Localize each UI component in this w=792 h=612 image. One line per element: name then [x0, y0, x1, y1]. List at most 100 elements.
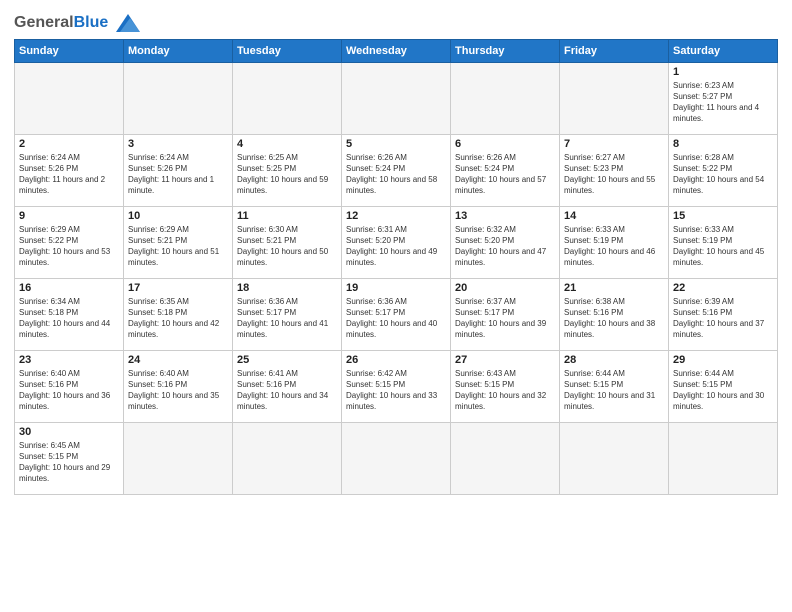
day-number: 29 — [673, 354, 773, 366]
day-number: 22 — [673, 282, 773, 294]
calendar-cell: 15 Sunrise: 6:33 AMSunset: 5:19 PMDayligh… — [669, 206, 778, 278]
page: GeneralBlue SundayMondayTuesdayWednesday… — [0, 0, 792, 612]
day-info: Sunrise: 6:25 AMSunset: 5:25 PMDaylight:… — [237, 152, 337, 197]
calendar-cell: 11Sunrise: 6:30 AMSunset: 5:21 PMDayligh… — [233, 206, 342, 278]
day-number: 14 — [564, 210, 664, 222]
day-number: 24 — [128, 354, 228, 366]
logo-text: GeneralBlue — [14, 14, 140, 33]
day-number: 8 — [673, 138, 773, 150]
day-number: 5 — [346, 138, 446, 150]
calendar-cell — [15, 62, 124, 134]
calendar-cell: 1Sunrise: 6:23 AMSunset: 5:27 PMDaylight… — [669, 62, 778, 134]
day-number: 1 — [673, 66, 773, 78]
day-info: Sunrise: 6:36 AMSunset: 5:17 PMDaylight:… — [237, 296, 337, 341]
week-row-3: 16Sunrise: 6:34 AMSunset: 5:18 PMDayligh… — [15, 278, 778, 350]
day-number: 16 — [19, 282, 119, 294]
calendar-cell: 20 Sunrise: 6:37 AMSunset: 5:17 PMDayligh… — [451, 278, 560, 350]
calendar-cell: 14Sunrise: 6:33 AMSunset: 5:19 PMDayligh… — [560, 206, 669, 278]
weekday-header-monday: Monday — [124, 39, 233, 62]
day-info: Sunrise: 6:38 AMSunset: 5:16 PMDaylight:… — [564, 296, 664, 341]
calendar-cell: 25Sunrise: 6:41 AMSunset: 5:16 PMDayligh… — [233, 350, 342, 422]
day-number: 2 — [19, 138, 119, 150]
calendar-cell: 26Sunrise: 6:42 AMSunset: 5:15 PMDayligh… — [342, 350, 451, 422]
day-info: Sunrise: 6:26 AMSunset: 5:24 PMDaylight:… — [455, 152, 555, 197]
day-info: Sunrise: 6:31 AMSunset: 5:20 PMDaylight:… — [346, 224, 446, 269]
day-info: Sunrise: 6:35 AMSunset: 5:18 PMDaylight:… — [128, 296, 228, 341]
day-number: 12 — [346, 210, 446, 222]
calendar-cell — [342, 62, 451, 134]
day-number: 13 — [455, 210, 555, 222]
calendar-cell: 9Sunrise: 6:29 AMSunset: 5:22 PMDaylight… — [15, 206, 124, 278]
day-number: 19 — [346, 282, 446, 294]
calendar-cell — [451, 422, 560, 494]
day-info: Sunrise: 6:33 AMSunset: 5:19 PMDaylight:… — [673, 224, 773, 269]
day-info: Sunrise: 6:43 AMSunset: 5:15 PMDaylight:… — [455, 368, 555, 413]
calendar-cell: 6 Sunrise: 6:26 AMSunset: 5:24 PMDaylight… — [451, 134, 560, 206]
weekday-header-thursday: Thursday — [451, 39, 560, 62]
week-row-2: 9Sunrise: 6:29 AMSunset: 5:22 PMDaylight… — [15, 206, 778, 278]
calendar-cell: 13 Sunrise: 6:32 AMSunset: 5:20 PMDayligh… — [451, 206, 560, 278]
day-number: 20 — [455, 282, 555, 294]
calendar-cell: 8 Sunrise: 6:28 AMSunset: 5:22 PMDaylight… — [669, 134, 778, 206]
calendar-cell: 17 Sunrise: 6:35 AMSunset: 5:18 PMDayligh… — [124, 278, 233, 350]
logo: GeneralBlue — [14, 14, 140, 33]
day-info: Sunrise: 6:36 AMSunset: 5:17 PMDaylight:… — [346, 296, 446, 341]
calendar-cell: 10 Sunrise: 6:29 AMSunset: 5:21 PMDayligh… — [124, 206, 233, 278]
calendar-cell: 7Sunrise: 6:27 AMSunset: 5:23 PMDaylight… — [560, 134, 669, 206]
day-number: 10 — [128, 210, 228, 222]
calendar-cell: 3Sunrise: 6:24 AMSunset: 5:26 PMDaylight… — [124, 134, 233, 206]
day-number: 17 — [128, 282, 228, 294]
calendar-cell: 22 Sunrise: 6:39 AMSunset: 5:16 PMDayligh… — [669, 278, 778, 350]
calendar-cell: 24 Sunrise: 6:40 AMSunset: 5:16 PMDayligh… — [124, 350, 233, 422]
header: GeneralBlue — [14, 10, 778, 33]
calendar-cell: 28Sunrise: 6:44 AMSunset: 5:15 PMDayligh… — [560, 350, 669, 422]
weekday-header-friday: Friday — [560, 39, 669, 62]
day-number: 11 — [237, 210, 337, 222]
calendar-cell — [560, 62, 669, 134]
week-row-0: 1Sunrise: 6:23 AMSunset: 5:27 PMDaylight… — [15, 62, 778, 134]
calendar-cell: 2 Sunrise: 6:24 AMSunset: 5:26 PMDaylight… — [15, 134, 124, 206]
calendar-cell: 23Sunrise: 6:40 AMSunset: 5:16 PMDayligh… — [15, 350, 124, 422]
day-number: 18 — [237, 282, 337, 294]
weekday-header-sunday: Sunday — [15, 39, 124, 62]
day-info: Sunrise: 6:26 AMSunset: 5:24 PMDaylight:… — [346, 152, 446, 197]
day-info: Sunrise: 6:40 AMSunset: 5:16 PMDaylight:… — [19, 368, 119, 413]
logo-blue-text: Blue — [74, 14, 109, 31]
calendar-cell — [451, 62, 560, 134]
day-info: Sunrise: 6:32 AMSunset: 5:20 PMDaylight:… — [455, 224, 555, 269]
day-number: 21 — [564, 282, 664, 294]
calendar-cell: 18 Sunrise: 6:36 AMSunset: 5:17 PMDayligh… — [233, 278, 342, 350]
calendar-cell: 21 Sunrise: 6:38 AMSunset: 5:16 PMDayligh… — [560, 278, 669, 350]
day-info: Sunrise: 6:37 AMSunset: 5:17 PMDaylight:… — [455, 296, 555, 341]
calendar-cell — [342, 422, 451, 494]
calendar-cell: 30 Sunrise: 6:45 AMSunset: 5:15 PMDayligh… — [15, 422, 124, 494]
day-number: 30 — [19, 426, 119, 438]
day-number: 4 — [237, 138, 337, 150]
logo-icon — [116, 14, 140, 32]
calendar-table: SundayMondayTuesdayWednesdayThursdayFrid… — [14, 39, 778, 495]
day-info: Sunrise: 6:28 AMSunset: 5:22 PMDaylight:… — [673, 152, 773, 197]
day-number: 9 — [19, 210, 119, 222]
calendar-cell: 12 Sunrise: 6:31 AMSunset: 5:20 PMDayligh… — [342, 206, 451, 278]
day-info: Sunrise: 6:41 AMSunset: 5:16 PMDaylight:… — [237, 368, 337, 413]
day-info: Sunrise: 6:29 AMSunset: 5:21 PMDaylight:… — [128, 224, 228, 269]
day-info: Sunrise: 6:24 AMSunset: 5:26 PMDaylight:… — [19, 152, 119, 197]
day-info: Sunrise: 6:45 AMSunset: 5:15 PMDaylight:… — [19, 440, 119, 485]
day-info: Sunrise: 6:44 AMSunset: 5:15 PMDaylight:… — [673, 368, 773, 413]
day-number: 3 — [128, 138, 228, 150]
calendar-cell: 27Sunrise: 6:43 AMSunset: 5:15 PMDayligh… — [451, 350, 560, 422]
calendar-cell — [233, 422, 342, 494]
day-number: 6 — [455, 138, 555, 150]
day-info: Sunrise: 6:39 AMSunset: 5:16 PMDaylight:… — [673, 296, 773, 341]
calendar-cell — [124, 422, 233, 494]
calendar-cell — [124, 62, 233, 134]
calendar-cell — [560, 422, 669, 494]
day-info: Sunrise: 6:40 AMSunset: 5:16 PMDaylight:… — [128, 368, 228, 413]
calendar-cell: 4 Sunrise: 6:25 AMSunset: 5:25 PMDaylight… — [233, 134, 342, 206]
day-number: 28 — [564, 354, 664, 366]
day-number: 15 — [673, 210, 773, 222]
calendar-cell: 29 Sunrise: 6:44 AMSunset: 5:15 PMDayligh… — [669, 350, 778, 422]
calendar-cell — [669, 422, 778, 494]
weekday-row: SundayMondayTuesdayWednesdayThursdayFrid… — [15, 39, 778, 62]
calendar-cell: 5 Sunrise: 6:26 AMSunset: 5:24 PMDaylight… — [342, 134, 451, 206]
